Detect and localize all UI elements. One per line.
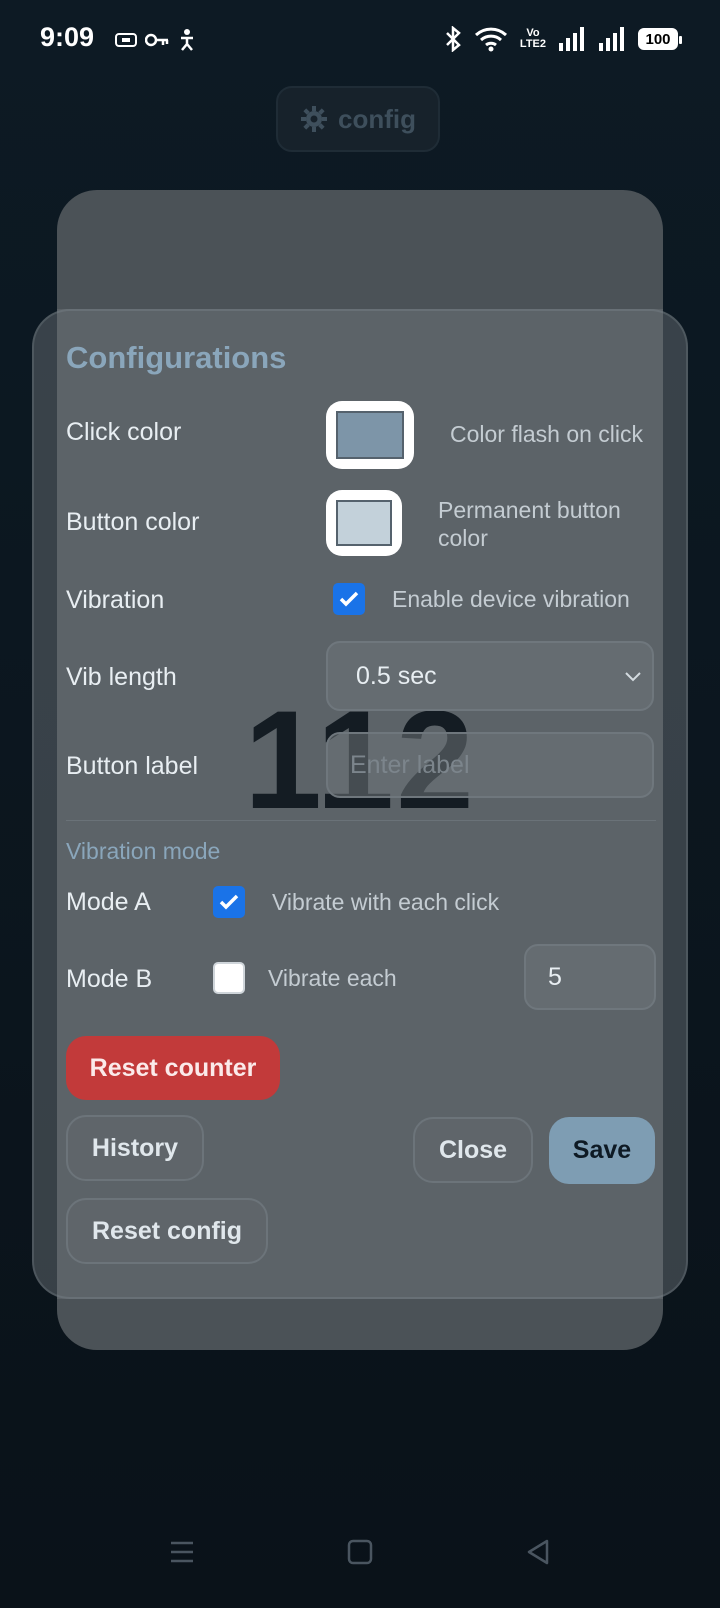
- volte-indicator: Vo LTE2: [519, 27, 546, 50]
- config-button-label: config: [338, 103, 416, 134]
- click-color-hint: Color flash on click: [450, 421, 644, 447]
- section-divider: [66, 820, 656, 821]
- status-icons-left: [115, 28, 201, 52]
- mode-a-checkbox[interactable]: [213, 886, 245, 918]
- button-color-label: Button color: [66, 508, 200, 536]
- button-label-label: Button label: [66, 752, 199, 780]
- wifi-icon: [474, 27, 507, 52]
- mode-a-label: Mode A: [66, 888, 151, 916]
- button-label-placeholder: Enter label: [350, 750, 470, 779]
- history-button[interactable]: History: [66, 1115, 204, 1181]
- click-color-preview: [336, 411, 404, 459]
- close-button[interactable]: Close: [413, 1117, 533, 1183]
- button-label-input[interactable]: Enter label: [326, 732, 654, 798]
- save-button[interactable]: Save: [549, 1117, 655, 1184]
- status-bar: 9:09 Vo LTE2 100: [0, 0, 720, 84]
- mode-b-checkbox[interactable]: [213, 962, 245, 994]
- click-color-swatch[interactable]: [326, 401, 414, 469]
- vib-length-select[interactable]: 0.5 sec: [326, 641, 654, 711]
- mode-b-count-value: 5: [548, 962, 562, 991]
- config-button[interactable]: config: [276, 86, 440, 152]
- vib-length-label: Vib length: [66, 663, 177, 691]
- home-icon[interactable]: [346, 1538, 374, 1566]
- signal-icon-2: [599, 27, 624, 51]
- back-icon[interactable]: [524, 1538, 552, 1566]
- system-nav-bar: [0, 1530, 720, 1600]
- mode-b-label: Mode B: [66, 965, 153, 993]
- vibration-hint: Enable device vibration: [392, 586, 630, 612]
- check-icon: [339, 591, 359, 607]
- battery-indicator: 100: [638, 28, 682, 50]
- signal-icon-1: [559, 27, 584, 51]
- status-time: 9:09: [40, 22, 95, 52]
- button-color-swatch[interactable]: [326, 490, 402, 556]
- reset-config-button[interactable]: Reset config: [66, 1198, 268, 1264]
- gear-icon: [301, 106, 327, 132]
- menu-icon[interactable]: [168, 1538, 196, 1566]
- vib-length-value: 0.5 sec: [356, 661, 437, 690]
- button-color-hint: Permanent button color: [438, 497, 621, 551]
- key-icon: [145, 33, 169, 47]
- mode-b-hint: Vibrate each: [268, 965, 397, 991]
- mode-b-count-input[interactable]: 5: [524, 944, 656, 1010]
- check-icon: [219, 894, 239, 910]
- dialog-title: Configurations: [66, 340, 287, 375]
- reset-counter-button[interactable]: Reset counter: [66, 1036, 280, 1100]
- button-color-preview: [336, 500, 392, 546]
- click-color-label: Click color: [66, 418, 182, 446]
- vibration-label: Vibration: [66, 586, 165, 614]
- accessibility-icon: [181, 29, 193, 51]
- vibration-mode-title: Vibration mode: [66, 838, 221, 864]
- chevron-down-icon: [625, 672, 641, 682]
- cast-icon: [115, 33, 137, 47]
- status-icons-right: Vo LTE2 100: [444, 26, 682, 52]
- vibration-checkbox[interactable]: [333, 583, 365, 615]
- bluetooth-icon: [446, 26, 461, 52]
- mode-a-hint: Vibrate with each click: [272, 889, 500, 915]
